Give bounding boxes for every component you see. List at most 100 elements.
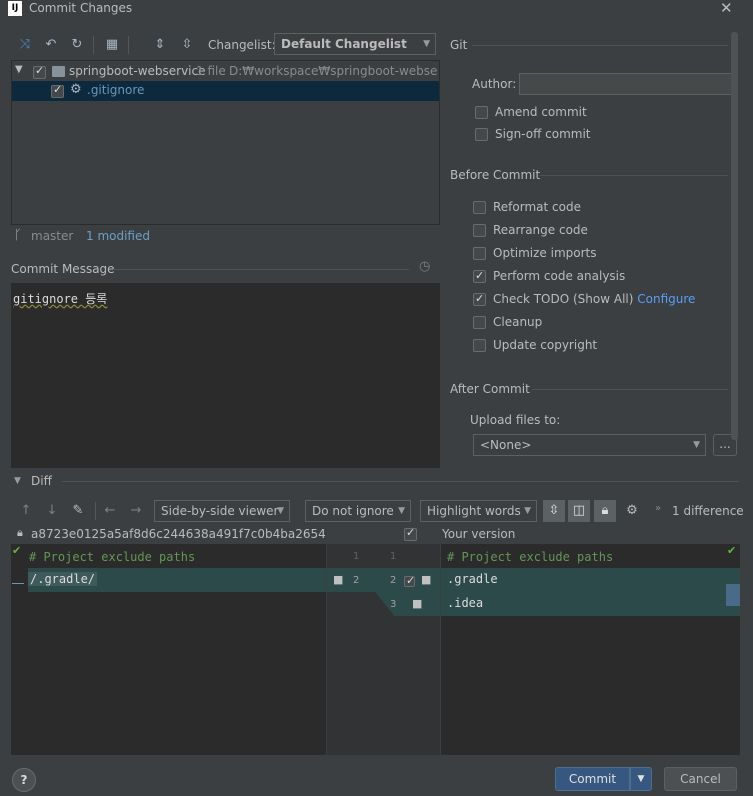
chevron-down-icon[interactable]: ▼ bbox=[15, 64, 23, 75]
tree-row-gitignore[interactable]: ⚙ .gitignore bbox=[12, 81, 439, 101]
more-actions-icon[interactable]: » bbox=[655, 503, 661, 514]
sync-scroll-icon[interactable]: ◫ bbox=[568, 500, 590, 522]
gitignore-name: .gitignore bbox=[87, 83, 145, 97]
line-include-checkbox[interactable] bbox=[404, 574, 415, 587]
collapse-icon[interactable]: ⇳ bbox=[178, 36, 196, 54]
diff-left-pane[interactable]: ✔ # Project exclude paths /.gradle/ bbox=[11, 544, 326, 755]
upload-target-select[interactable]: <None> ▼ bbox=[473, 434, 706, 456]
diff-scroll-marker[interactable] bbox=[726, 584, 740, 606]
chevron-down-icon: ▼ bbox=[423, 39, 430, 49]
gitignore-checkbox[interactable] bbox=[51, 83, 64, 98]
rollback-icon[interactable]: ↶ bbox=[42, 36, 60, 54]
gear-icon[interactable]: ⚙ bbox=[623, 502, 641, 520]
code-analysis-checkbox[interactable] bbox=[473, 268, 486, 284]
optimize-imports-checkbox[interactable] bbox=[473, 247, 486, 260]
ignore-select[interactable]: Do not ignore ▼ bbox=[305, 500, 411, 522]
amend-commit-label: Amend commit bbox=[495, 105, 587, 119]
arrow-down-icon[interactable]: ↓ bbox=[43, 502, 61, 520]
reformat-code-checkbox[interactable] bbox=[473, 201, 486, 214]
history-clock-icon[interactable]: ◷ bbox=[419, 259, 430, 274]
changelist-select[interactable]: Default Changelist ▼ bbox=[274, 33, 436, 55]
right-line-1: # Project exclude paths bbox=[447, 550, 614, 564]
commit-options-chevron-icon[interactable]: ▼ bbox=[630, 767, 652, 791]
edit-pencil-icon[interactable]: ✎ bbox=[69, 502, 87, 520]
tree-row-root[interactable]: ▼ springboot-webservice 1 file D:₩worksp… bbox=[12, 63, 439, 81]
upload-files-label: Upload files to: bbox=[470, 413, 561, 427]
left-changed-line: /.gradle/ bbox=[28, 568, 326, 592]
highlight-select[interactable]: Highlight words ▼ bbox=[420, 500, 537, 522]
chevron-down-icon[interactable]: ▼ bbox=[14, 476, 21, 486]
collapse-unchanged-icon[interactable]: ⇳ bbox=[543, 500, 565, 522]
commit-message-editor[interactable]: gitignore 등록 bbox=[11, 283, 440, 468]
section-divider bbox=[532, 389, 728, 390]
update-icon[interactable]: ↻ bbox=[68, 36, 86, 54]
code-analysis-option[interactable]: Perform code analysis bbox=[473, 268, 625, 286]
section-divider bbox=[62, 481, 739, 482]
upload-target-value: <None> bbox=[480, 438, 532, 452]
arrow-up-icon[interactable]: ↑ bbox=[17, 502, 35, 520]
changelist-value: Default Changelist bbox=[281, 37, 407, 51]
cleanup-checkbox[interactable] bbox=[473, 316, 486, 329]
amend-commit-option[interactable]: Amend commit bbox=[475, 104, 587, 122]
signoff-commit-label: Sign-off commit bbox=[495, 127, 591, 141]
branch-name: master bbox=[31, 229, 74, 243]
cleanup-label: Cleanup bbox=[493, 315, 543, 329]
amend-commit-checkbox[interactable] bbox=[475, 106, 488, 119]
check-todo-option[interactable]: Check TODO (Show All) Configure bbox=[473, 291, 695, 309]
reformat-code-option[interactable]: Reformat code bbox=[473, 199, 581, 217]
root-path: D:₩workspace₩springboot-webservice bbox=[229, 64, 437, 78]
update-copyright-checkbox[interactable] bbox=[473, 339, 486, 352]
modified-link[interactable]: 1 modified bbox=[86, 229, 150, 243]
folder-icon[interactable]: ■ bbox=[333, 573, 343, 586]
signoff-commit-checkbox[interactable] bbox=[475, 128, 488, 141]
diff-right-pane[interactable]: # Project exclude paths ✔ .gradle .idea bbox=[441, 544, 740, 755]
folder-icon[interactable]: ■ bbox=[412, 597, 422, 610]
refresh-icon[interactable]: ⤨ bbox=[16, 36, 34, 54]
root-checkbox[interactable] bbox=[33, 64, 46, 79]
right-line-2: .gradle bbox=[447, 572, 498, 586]
chevron-down-icon: ▼ bbox=[693, 440, 700, 450]
right-line-3: .idea bbox=[447, 596, 484, 610]
signoff-commit-option[interactable]: Sign-off commit bbox=[475, 126, 591, 144]
changes-tree: ▼ springboot-webservice 1 file D:₩worksp… bbox=[11, 60, 440, 225]
left-line-number: 2 bbox=[353, 575, 360, 586]
check-todo-label: Check TODO (Show All) bbox=[493, 292, 634, 306]
cancel-button[interactable]: Cancel bbox=[664, 767, 737, 791]
commit-message-text: gitignore 등록 bbox=[13, 292, 108, 306]
chevron-down-icon: ▼ bbox=[524, 506, 531, 516]
arrow-left-icon[interactable]: ← bbox=[101, 502, 119, 520]
left-line-2: /.gradle/ bbox=[28, 572, 98, 586]
right-line-number: 2 bbox=[390, 575, 397, 586]
configure-link[interactable]: Configure bbox=[637, 292, 695, 306]
change-marker bbox=[12, 583, 24, 584]
check-icon: ✔ bbox=[12, 544, 22, 557]
rearrange-code-option[interactable]: Rearrange code bbox=[473, 222, 588, 240]
rearrange-code-checkbox[interactable] bbox=[473, 224, 486, 237]
difference-count: 1 difference bbox=[672, 504, 744, 518]
before-commit-label: Before Commit bbox=[450, 168, 541, 182]
help-button[interactable]: ? bbox=[12, 768, 36, 792]
options-scrollbar[interactable] bbox=[731, 32, 738, 440]
right-changed-lines: .gradle .idea bbox=[441, 568, 740, 616]
ignore-value: Do not ignore bbox=[312, 504, 394, 518]
update-copyright-option[interactable]: Update copyright bbox=[473, 337, 597, 355]
close-icon[interactable]: ✕ bbox=[720, 0, 733, 17]
lock-icon: 🔒︎ bbox=[17, 526, 23, 539]
diff-section-label: Diff bbox=[31, 474, 52, 488]
lock-icon[interactable]: 🔒︎ bbox=[594, 500, 616, 522]
cleanup-option[interactable]: Cleanup bbox=[473, 314, 542, 332]
expand-icon[interactable]: ⇕ bbox=[151, 36, 169, 54]
left-revision-title: a8723e0125a5af8d6c244638a491f7c0b4ba2654 bbox=[31, 527, 326, 541]
group-icon[interactable]: ▦ bbox=[103, 36, 121, 54]
include-changes-checkbox[interactable] bbox=[404, 526, 417, 541]
author-input[interactable] bbox=[519, 73, 735, 95]
arrow-right-icon[interactable]: → bbox=[127, 502, 145, 520]
folder-icon[interactable]: ■ bbox=[421, 573, 431, 586]
check-todo-checkbox[interactable] bbox=[473, 291, 486, 307]
reformat-code-label: Reformat code bbox=[493, 200, 581, 214]
viewer-select[interactable]: Side-by-side viewer ▼ bbox=[154, 500, 290, 522]
git-section-label: Git bbox=[450, 38, 468, 52]
optimize-imports-option[interactable]: Optimize imports bbox=[473, 245, 597, 263]
left-line-number: 1 bbox=[353, 551, 360, 562]
commit-button[interactable]: Commit bbox=[555, 767, 630, 791]
